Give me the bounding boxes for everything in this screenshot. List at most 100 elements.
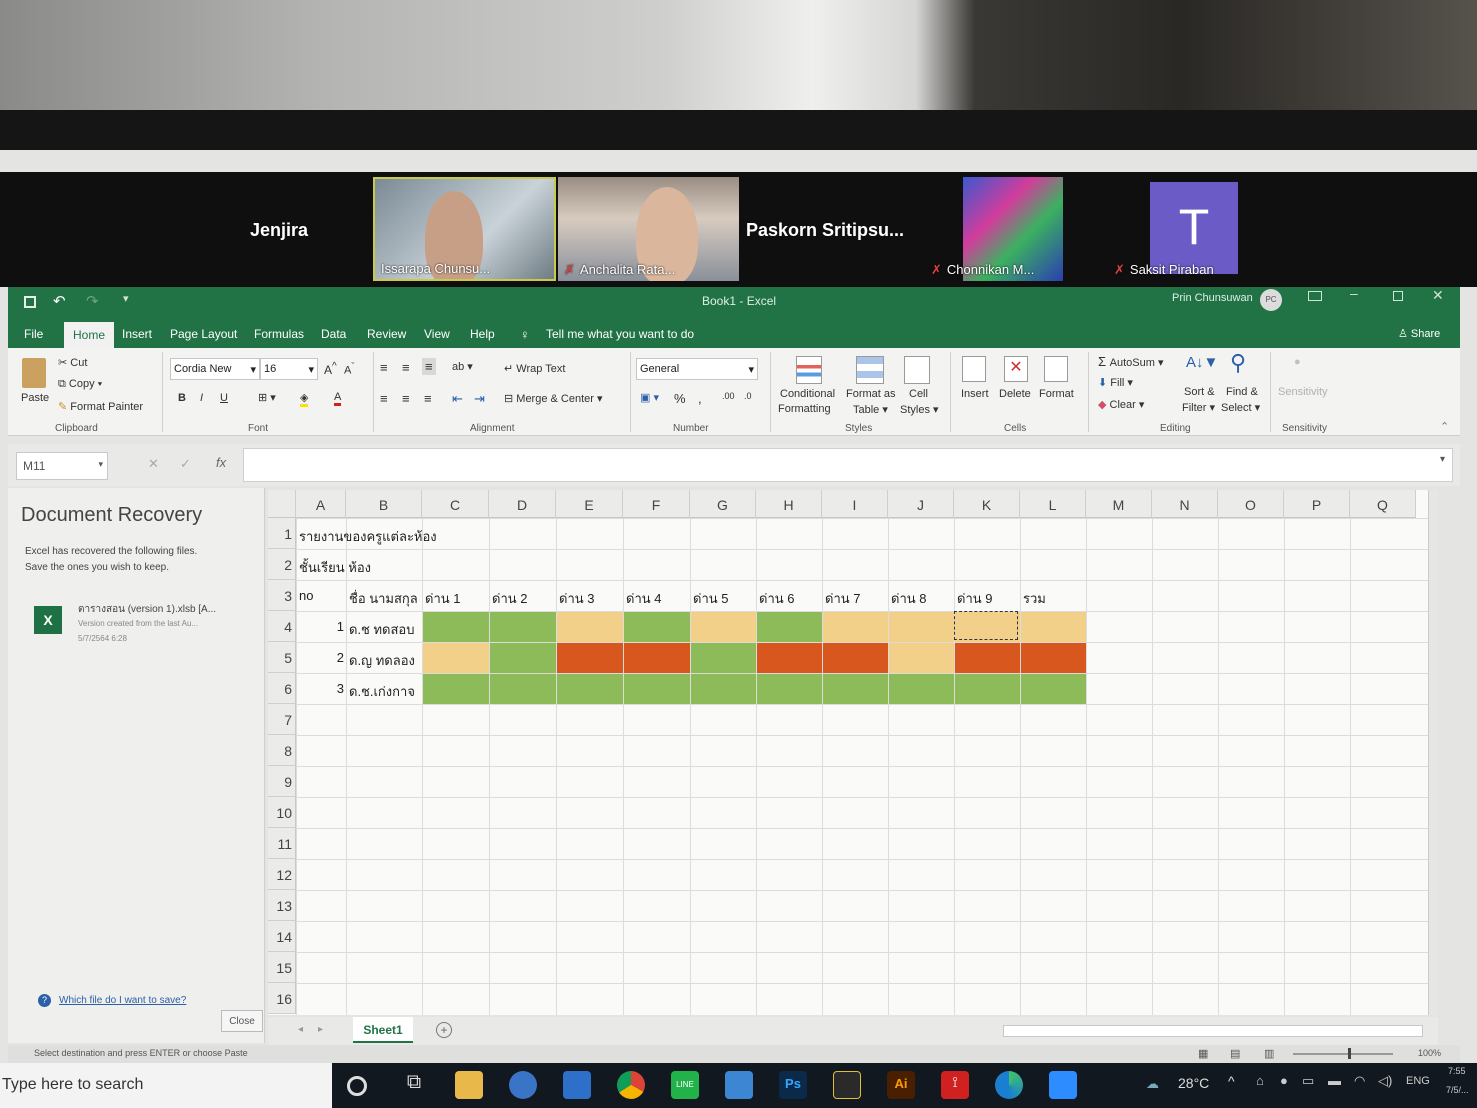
row-header-8[interactable]: 8: [268, 735, 296, 766]
select-all-corner[interactable]: [268, 490, 296, 518]
enter-icon[interactable]: ✓: [180, 456, 191, 472]
format-painter-button[interactable]: ✎ Format Painter: [58, 400, 143, 413]
row-header-2[interactable]: 2: [268, 549, 296, 580]
tab-formulas[interactable]: Formulas: [254, 327, 304, 341]
photoshop-icon[interactable]: Ps: [779, 1071, 807, 1099]
increase-decimal-icon[interactable]: .00: [722, 391, 735, 401]
row-header-11[interactable]: 11: [268, 828, 296, 859]
column-header-g[interactable]: G: [690, 490, 756, 518]
row-header-7[interactable]: 7: [268, 704, 296, 735]
zoom-slider-thumb[interactable]: [1348, 1048, 1351, 1059]
column-header-d[interactable]: D: [489, 490, 556, 518]
clock-date[interactable]: 7/5/...: [1446, 1085, 1469, 1095]
worksheet-grid[interactable]: A B C D E F G H I J K L M N O P Q 1 2 3 4 5 6 7 8 9 10 11 12 13 14 15 16…: [268, 490, 1438, 1015]
column-header-h[interactable]: H: [756, 490, 822, 518]
tab-home[interactable]: Home: [64, 322, 115, 348]
cell-a2[interactable]: ชั้นเรียน ห้อง: [296, 549, 436, 580]
customize-toolbar-icon[interactable]: ▾: [123, 292, 129, 305]
taskbar-search-box[interactable]: Type here to search: [0, 1063, 332, 1108]
help-link[interactable]: Which file do I want to save?: [59, 995, 186, 1006]
cell-b3[interactable]: ชื่อ นามสกุล: [346, 580, 422, 611]
recovered-file-item[interactable]: X ตารางสอน (version 1).xlsb [A... Versio…: [18, 598, 260, 648]
bold-icon[interactable]: B: [178, 392, 186, 404]
sheet-tab-sheet1[interactable]: Sheet1: [353, 1017, 413, 1043]
participant-name-jenjira[interactable]: Jenjira: [250, 220, 308, 241]
cell-header-stage[interactable]: ด่าน 3: [556, 580, 623, 611]
participant-name-paskorn[interactable]: Paskorn Sritipsu...: [746, 220, 904, 241]
row-header-13[interactable]: 13: [268, 890, 296, 921]
chevron-up-icon[interactable]: ^: [1228, 1073, 1235, 1089]
decrease-decimal-icon[interactable]: .0: [744, 391, 752, 401]
column-header-o[interactable]: O: [1218, 490, 1284, 518]
row-header-12[interactable]: 12: [268, 859, 296, 890]
user-avatar[interactable]: PC: [1260, 289, 1282, 311]
vertical-scrollbar[interactable]: [1428, 490, 1438, 1015]
share-button[interactable]: ♙ Share: [1398, 327, 1440, 340]
borders-icon[interactable]: ⊞ ▾: [258, 391, 276, 404]
italic-icon[interactable]: I: [200, 392, 203, 404]
column-header-b[interactable]: B: [346, 490, 422, 518]
paste-button[interactable]: Paste: [20, 354, 50, 414]
cell-header-stage[interactable]: ด่าน 9: [954, 580, 1020, 611]
zoom-app-icon[interactable]: [1049, 1071, 1077, 1099]
formula-input[interactable]: [243, 448, 1453, 482]
cell-header-stage[interactable]: ด่าน 7: [822, 580, 888, 611]
align-middle-icon[interactable]: ≡: [402, 360, 410, 375]
align-bottom-icon[interactable]: ≡: [422, 358, 436, 375]
row-header-10[interactable]: 10: [268, 797, 296, 828]
task-view-icon[interactable]: ⧉: [400, 1071, 428, 1099]
underline-icon[interactable]: U: [220, 392, 228, 404]
cell-header-stage[interactable]: ด่าน 2: [489, 580, 556, 611]
align-left-icon[interactable]: ≡: [380, 391, 388, 406]
photos-icon[interactable]: [725, 1071, 753, 1099]
row-header-1[interactable]: 1: [268, 518, 296, 549]
insert-function-icon[interactable]: fx: [216, 455, 226, 470]
page-break-view-icon[interactable]: ▥: [1264, 1047, 1274, 1060]
increase-font-icon[interactable]: A^: [324, 361, 337, 377]
microphone-icon[interactable]: ●: [1280, 1073, 1288, 1088]
wrap-text-button[interactable]: ↵ Wrap Text: [504, 362, 565, 375]
file-explorer-icon[interactable]: [455, 1071, 483, 1099]
edge-icon[interactable]: [995, 1071, 1023, 1099]
cell-header-stage[interactable]: ด่าน 4: [623, 580, 690, 611]
font-color-icon[interactable]: A: [334, 391, 342, 406]
chrome-icon[interactable]: [617, 1071, 645, 1099]
column-header-k[interactable]: K: [954, 490, 1020, 518]
column-header-c[interactable]: C: [422, 490, 489, 518]
display-icon[interactable]: ▭: [1302, 1073, 1314, 1089]
tab-insert[interactable]: Insert: [122, 327, 152, 341]
mail-icon[interactable]: [563, 1071, 591, 1099]
row-header-5[interactable]: 5: [268, 642, 296, 673]
currency-icon[interactable]: ▣ ▾: [640, 391, 659, 404]
row-header-14[interactable]: 14: [268, 921, 296, 952]
column-header-e[interactable]: E: [556, 490, 623, 518]
redo-icon[interactable]: ↷: [86, 292, 99, 310]
clear-button[interactable]: ◆ Clear ▾: [1098, 398, 1144, 411]
tab-view[interactable]: View: [424, 327, 450, 341]
expand-formula-icon[interactable]: ▾: [1440, 454, 1445, 465]
decrease-font-icon[interactable]: Aˇ: [344, 361, 354, 377]
normal-view-icon[interactable]: ▦: [1198, 1047, 1208, 1060]
row-header-6[interactable]: 6: [268, 673, 296, 704]
scroll-sheets-right-icon[interactable]: ▸: [318, 1024, 323, 1035]
column-header-a[interactable]: A: [296, 490, 346, 518]
battery-icon[interactable]: ▬: [1328, 1073, 1341, 1088]
row-header-9[interactable]: 9: [268, 766, 296, 797]
cut-button[interactable]: ✂ Cut: [58, 356, 87, 369]
clock-time[interactable]: 7:55: [1448, 1066, 1466, 1076]
cell-a1[interactable]: รายงานของครูแต่ละห้อง: [296, 518, 496, 549]
column-header-j[interactable]: J: [888, 490, 954, 518]
align-center-icon[interactable]: ≡: [402, 391, 410, 406]
language-indicator[interactable]: ENG: [1406, 1075, 1430, 1087]
number-format-select[interactable]: General ▾: [636, 358, 758, 380]
line-icon[interactable]: LINE: [671, 1071, 699, 1099]
close-window-icon[interactable]: ✕: [1432, 287, 1444, 304]
zoom-level[interactable]: 100%: [1418, 1048, 1441, 1058]
scroll-sheets-left-icon[interactable]: ◂: [298, 1024, 303, 1035]
horizontal-scrollbar[interactable]: [1003, 1025, 1423, 1037]
column-header-q[interactable]: Q: [1350, 490, 1416, 518]
tab-help[interactable]: Help: [470, 327, 495, 341]
align-top-icon[interactable]: ≡: [380, 360, 388, 375]
close-button[interactable]: Close: [221, 1010, 263, 1032]
row-header-16[interactable]: 16: [268, 983, 296, 1014]
